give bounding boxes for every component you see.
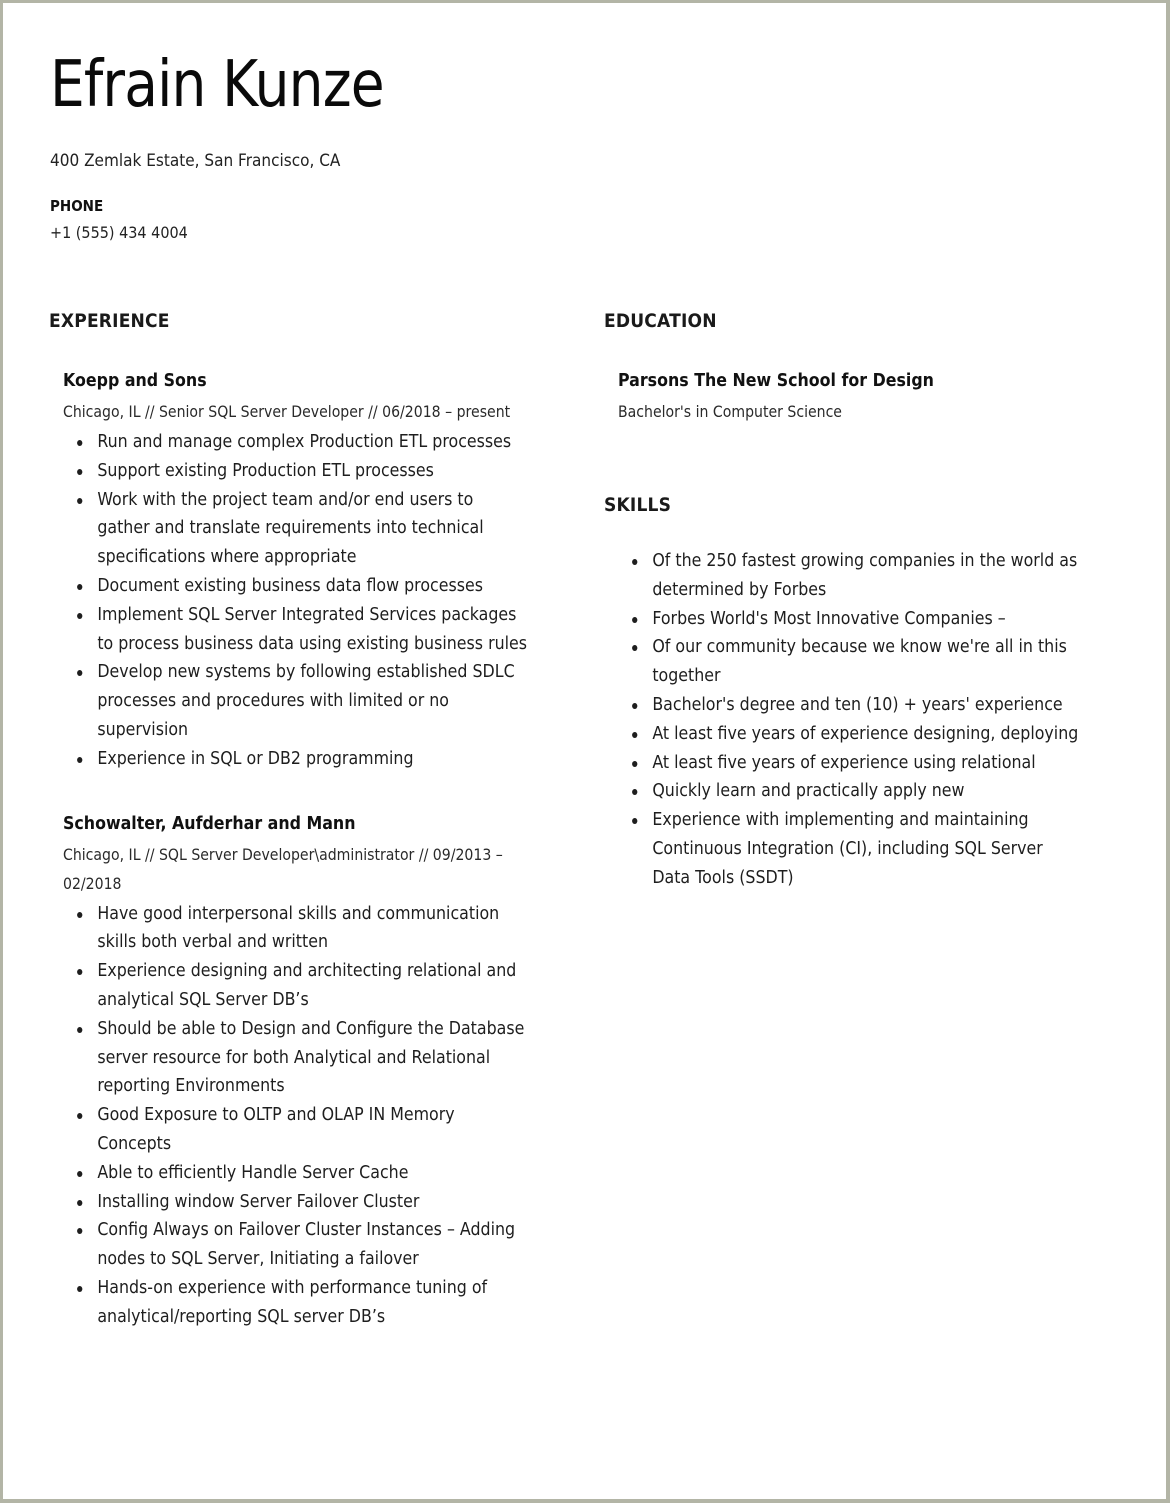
bullet-icon bbox=[77, 756, 83, 763]
bullet-text: Work with the project team and/or end us… bbox=[97, 488, 484, 568]
list-item: Document existing business data flow pro… bbox=[63, 572, 529, 601]
list-item: Of our community because we know we're a… bbox=[618, 633, 1084, 691]
bullet-text: Implement SQL Server Integrated Services… bbox=[97, 603, 528, 654]
skills-list: Of the 250 fastest growing companies in … bbox=[618, 547, 1084, 893]
skill-text: Quickly learn and practically apply new bbox=[652, 780, 965, 802]
bullet-text: Config Always on Failover Cluster Instan… bbox=[97, 1219, 516, 1270]
bullet-icon bbox=[632, 645, 638, 652]
list-item: Forbes World's Most Innovative Companies… bbox=[618, 605, 1084, 634]
phone-label: PHONE bbox=[50, 197, 104, 215]
list-item: Work with the project team and/or end us… bbox=[63, 486, 529, 572]
job-company: Schowalter, Aufderhar and Mann bbox=[63, 812, 356, 834]
bullet-icon bbox=[77, 1113, 83, 1120]
list-item: At least five years of experience design… bbox=[618, 720, 1084, 749]
bullet-icon bbox=[77, 670, 83, 677]
bullet-icon bbox=[77, 612, 83, 619]
job-entry: Koepp and Sons Chicago, IL // Senior SQL… bbox=[63, 369, 569, 774]
bullet-icon bbox=[632, 789, 638, 796]
education-section: EDUCATION Parsons The New School for Des… bbox=[604, 309, 1124, 426]
bullet-icon bbox=[77, 440, 83, 446]
bullet-icon bbox=[77, 497, 83, 504]
bullet-text: Able to efficiently Handle Server Cache bbox=[97, 1161, 409, 1183]
job-bullets: Have good interpersonal skills and commu… bbox=[63, 900, 529, 1332]
bullet-text: Good Exposure to OLTP and OLAP IN Memory… bbox=[97, 1104, 455, 1154]
bullet-text: Experience designing and architecting re… bbox=[97, 960, 517, 1010]
bullet-text: Experience in SQL or DB2 programming bbox=[97, 747, 414, 769]
bullet-icon bbox=[77, 1228, 83, 1235]
skills-section: SKILLS Of the 250 fastest growing compan… bbox=[604, 493, 1124, 893]
job-details: Chicago, IL // SQL Server Developer\admi… bbox=[63, 844, 503, 893]
phone-value: +1 (555) 434 4004 bbox=[50, 223, 188, 242]
list-item: Bachelor's degree and ten (10) + years' … bbox=[618, 691, 1084, 720]
list-item: Experience designing and architecting re… bbox=[63, 957, 529, 1015]
list-item: Installing window Server Failover Cluste… bbox=[63, 1188, 529, 1217]
list-item: Implement SQL Server Integrated Services… bbox=[63, 601, 529, 659]
bullet-icon bbox=[632, 818, 638, 825]
list-item: Experience in SQL or DB2 programming bbox=[63, 745, 529, 774]
education-heading: EDUCATION bbox=[604, 310, 717, 332]
skill-text: At least five years of experience using … bbox=[652, 751, 1036, 773]
bullet-text: Should be able to Design and Configure t… bbox=[97, 1017, 525, 1097]
list-item: Have good interpersonal skills and commu… bbox=[63, 900, 529, 958]
list-item: Of the 250 fastest growing companies in … bbox=[618, 547, 1084, 605]
address: 400 Zemlak Estate, San Francisco, CA bbox=[50, 151, 341, 171]
bullet-icon bbox=[632, 616, 638, 623]
list-item: Config Always on Failover Cluster Instan… bbox=[63, 1216, 529, 1274]
bullet-icon bbox=[632, 702, 638, 709]
bullet-icon bbox=[632, 559, 638, 565]
school-name: Parsons The New School for Design bbox=[618, 370, 934, 391]
bullet-text: Run and manage complex Production ETL pr… bbox=[97, 431, 512, 452]
list-item: Support existing Production ETL processe… bbox=[63, 457, 529, 486]
list-item: Quickly learn and practically apply new bbox=[618, 777, 1084, 806]
resume-page: Efrain Kunze 400 Zemlak Estate, San Fran… bbox=[3, 3, 1166, 1499]
list-item: Able to efficiently Handle Server Cache bbox=[63, 1159, 529, 1188]
skill-text: Bachelor's degree and ten (10) + years' … bbox=[652, 693, 1063, 715]
degree: Bachelor's in Computer Science bbox=[618, 402, 842, 421]
bullet-icon bbox=[632, 760, 638, 767]
list-item: At least five years of experience using … bbox=[618, 749, 1084, 778]
bullet-icon bbox=[77, 1199, 83, 1206]
skills-heading: SKILLS bbox=[604, 494, 672, 516]
list-item: Should be able to Design and Configure t… bbox=[63, 1015, 529, 1101]
list-item: Experience with implementing and maintai… bbox=[618, 806, 1084, 892]
list-item: Good Exposure to OLTP and OLAP IN Memory… bbox=[63, 1101, 529, 1159]
bullet-text: Support existing Production ETL processe… bbox=[97, 459, 434, 481]
skill-text: Of the 250 fastest growing companies in … bbox=[652, 550, 1078, 600]
bullet-text: Hands-on experience with performance tun… bbox=[97, 1276, 488, 1327]
candidate-name: Efrain Kunze bbox=[50, 48, 385, 122]
bullet-icon bbox=[77, 1170, 83, 1177]
bullet-icon bbox=[77, 583, 83, 590]
list-item: Run and manage complex Production ETL pr… bbox=[63, 428, 529, 457]
skill-text: Experience with implementing and maintai… bbox=[652, 809, 1043, 888]
skill-text: At least five years of experience design… bbox=[652, 722, 1079, 744]
bullet-text: Document existing business data flow pro… bbox=[97, 574, 483, 596]
skill-text: Forbes World's Most Innovative Companies… bbox=[652, 607, 1006, 629]
job-bullets: Run and manage complex Production ETL pr… bbox=[63, 428, 529, 774]
education-entry: Parsons The New School for Design Bachel… bbox=[618, 369, 1124, 426]
bullet-text: Installing window Server Failover Cluste… bbox=[97, 1190, 420, 1212]
bullet-icon bbox=[632, 731, 638, 738]
job-details: Chicago, IL // Senior SQL Server Develop… bbox=[63, 402, 511, 421]
bullet-text: Have good interpersonal skills and commu… bbox=[97, 902, 500, 953]
bullet-icon bbox=[77, 468, 83, 475]
experience-section: EXPERIENCE Koepp and Sons Chicago, IL //… bbox=[49, 309, 569, 1332]
bullet-text: Develop new systems by following establi… bbox=[97, 661, 515, 740]
list-item: Develop new systems by following establi… bbox=[63, 658, 529, 744]
bullet-icon bbox=[77, 911, 83, 918]
experience-heading: EXPERIENCE bbox=[49, 310, 170, 332]
right-column: EDUCATION Parsons The New School for Des… bbox=[604, 309, 1124, 893]
bullet-icon bbox=[77, 969, 83, 976]
bullet-icon bbox=[77, 1026, 83, 1033]
bullet-icon bbox=[77, 1285, 83, 1292]
skill-text: Of our community because we know we're a… bbox=[652, 636, 1067, 687]
list-item: Hands-on experience with performance tun… bbox=[63, 1274, 529, 1332]
job-entry: Schowalter, Aufderhar and Mann Chicago, … bbox=[63, 812, 569, 1332]
job-company: Koepp and Sons bbox=[63, 370, 207, 391]
